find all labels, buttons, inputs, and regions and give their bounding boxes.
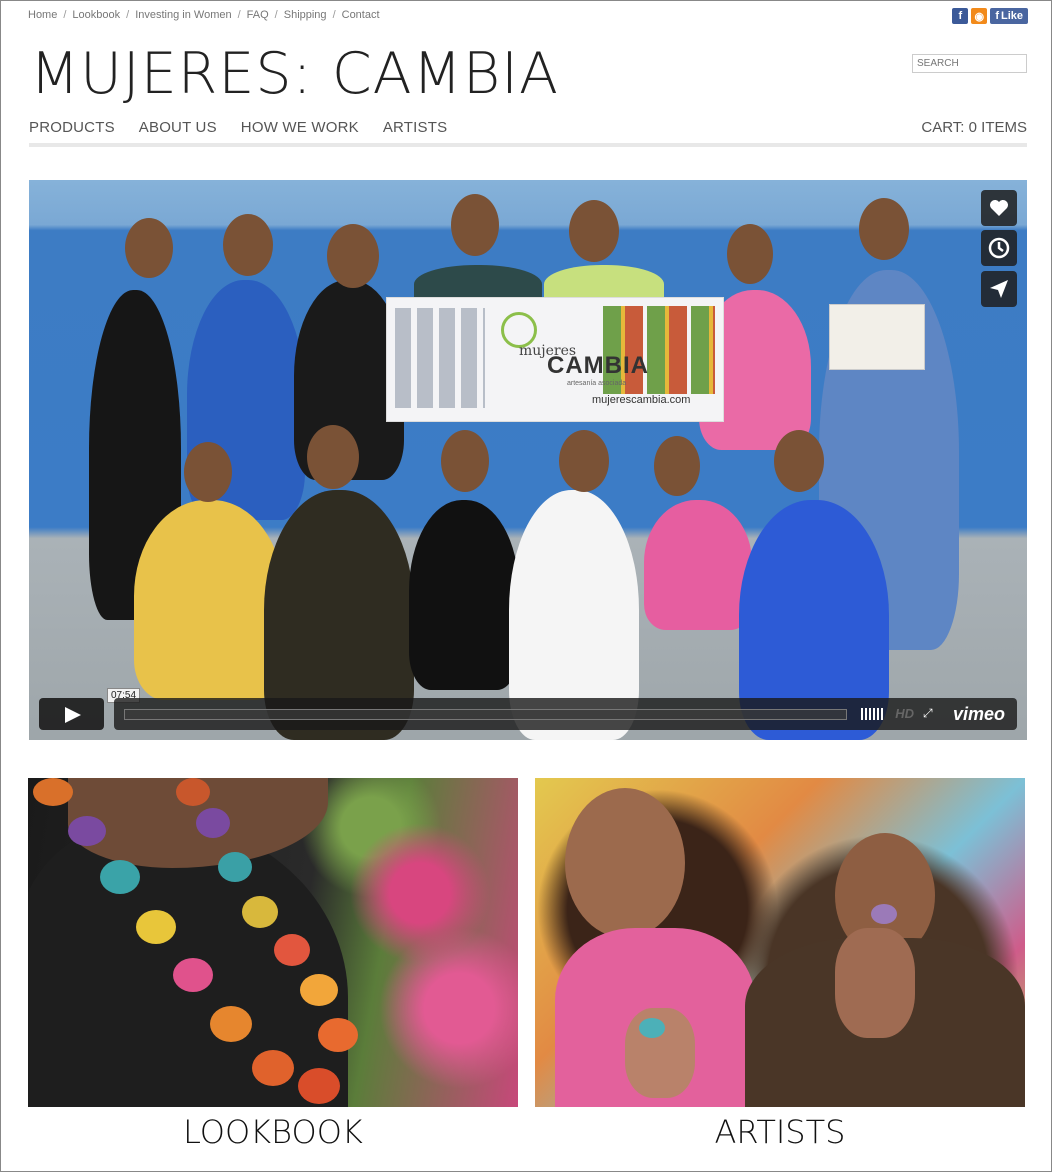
person-head bbox=[859, 198, 909, 260]
artists-label[interactable]: ARTISTS bbox=[535, 1113, 1025, 1151]
artist-face bbox=[565, 788, 685, 938]
bead bbox=[318, 1018, 358, 1052]
rss-icon[interactable]: ◉ bbox=[971, 8, 988, 24]
nav-item-products[interactable]: PRODUCTS bbox=[29, 119, 115, 136]
held-catalog bbox=[829, 304, 925, 370]
send-icon bbox=[990, 280, 1008, 298]
bead bbox=[300, 974, 338, 1006]
utility-link-contact[interactable]: Contact bbox=[342, 9, 380, 21]
bead bbox=[100, 860, 140, 894]
nav-item-artists[interactable]: ARTISTS bbox=[383, 119, 447, 136]
volume-icon[interactable] bbox=[861, 708, 883, 720]
bead bbox=[252, 1050, 294, 1086]
person-head bbox=[125, 218, 173, 278]
facebook-like-button[interactable]: f Like bbox=[990, 8, 1028, 24]
banner-line: mujerescambia.com bbox=[592, 394, 691, 406]
person-head bbox=[559, 430, 609, 492]
like-video-button[interactable] bbox=[981, 190, 1017, 226]
header-divider bbox=[29, 143, 1027, 147]
nav-item-about-us[interactable]: ABOUT US bbox=[139, 119, 217, 136]
video-banner: mujeres CAMBIA artesanía asociada mujere… bbox=[386, 297, 724, 422]
person-head bbox=[307, 425, 359, 489]
cart-link[interactable]: CART: 0 ITEMS bbox=[921, 119, 1027, 136]
photo-grid bbox=[395, 308, 485, 408]
heart-icon bbox=[990, 200, 1008, 216]
bead bbox=[173, 958, 213, 992]
facebook-icon[interactable]: f bbox=[952, 8, 969, 24]
watch-later-button[interactable] bbox=[981, 230, 1017, 266]
person-head bbox=[774, 430, 824, 492]
fullscreen-icon[interactable]: ⤢ bbox=[923, 707, 935, 719]
nav-item-how-we-work[interactable]: HOW WE WORK bbox=[241, 119, 359, 136]
search-input[interactable] bbox=[912, 54, 1027, 73]
person-head bbox=[327, 224, 379, 288]
bead bbox=[298, 1068, 340, 1104]
person-head bbox=[451, 194, 499, 256]
person-head bbox=[441, 430, 489, 492]
utility-link-home[interactable]: Home bbox=[28, 9, 57, 21]
person-head bbox=[727, 224, 773, 284]
bead bbox=[33, 778, 73, 806]
facebook-icon: f bbox=[995, 10, 999, 22]
control-bar: HD ⤢ vimeo bbox=[114, 698, 1017, 730]
bead bbox=[871, 904, 897, 924]
separator: / bbox=[63, 9, 67, 21]
bead bbox=[218, 852, 252, 882]
video-player[interactable]: mujeres CAMBIA artesanía asociada mujere… bbox=[29, 180, 1027, 740]
play-button[interactable] bbox=[39, 698, 104, 730]
separator: / bbox=[126, 9, 130, 21]
bead bbox=[242, 896, 278, 928]
separator: / bbox=[332, 9, 336, 21]
video-controls: 07:54 HD ⤢ vimeo bbox=[39, 688, 1017, 730]
utility-link-investing[interactable]: Investing in Women bbox=[135, 9, 231, 21]
clock-icon bbox=[988, 237, 1010, 259]
separator: / bbox=[237, 9, 241, 21]
banner-line: CAMBIA bbox=[547, 352, 649, 379]
hd-toggle[interactable]: HD bbox=[895, 706, 914, 721]
artists-image[interactable] bbox=[535, 778, 1025, 1107]
utility-link-lookbook[interactable]: Lookbook bbox=[72, 9, 120, 21]
bead bbox=[639, 1018, 665, 1038]
progress-track[interactable] bbox=[124, 709, 847, 720]
lookbook-image[interactable] bbox=[28, 778, 518, 1107]
bead bbox=[176, 778, 210, 806]
utility-nav: Home / Lookbook / Investing in Women / FAQ / Shi… bbox=[28, 9, 380, 21]
person-figure bbox=[134, 500, 284, 700]
like-label: Like bbox=[1000, 10, 1023, 22]
utility-link-faq[interactable]: FAQ bbox=[247, 9, 269, 21]
artist-hands bbox=[835, 928, 915, 1038]
person-head bbox=[184, 442, 232, 502]
banner-line: artesanía asociada bbox=[567, 380, 627, 387]
vimeo-logo[interactable]: vimeo bbox=[953, 704, 1005, 725]
bead bbox=[210, 1006, 252, 1042]
social-links: f ◉ f Like bbox=[952, 8, 1028, 24]
person-figure bbox=[409, 500, 519, 690]
person-head bbox=[569, 200, 619, 262]
person-head bbox=[223, 214, 273, 276]
bead bbox=[68, 816, 106, 846]
site-logo[interactable]: MUJERES: CAMBIA bbox=[30, 41, 559, 107]
bead bbox=[136, 910, 176, 944]
person-figure bbox=[644, 500, 752, 630]
person-head bbox=[654, 436, 700, 496]
lookbook-label[interactable]: LOOKBOOK bbox=[28, 1113, 518, 1151]
bead bbox=[274, 934, 310, 966]
share-button[interactable] bbox=[981, 271, 1017, 307]
separator: / bbox=[274, 9, 278, 21]
main-nav: PRODUCTS ABOUT US HOW WE WORK ARTISTS bbox=[29, 119, 447, 136]
utility-link-shipping[interactable]: Shipping bbox=[284, 9, 327, 21]
bead bbox=[196, 808, 230, 838]
